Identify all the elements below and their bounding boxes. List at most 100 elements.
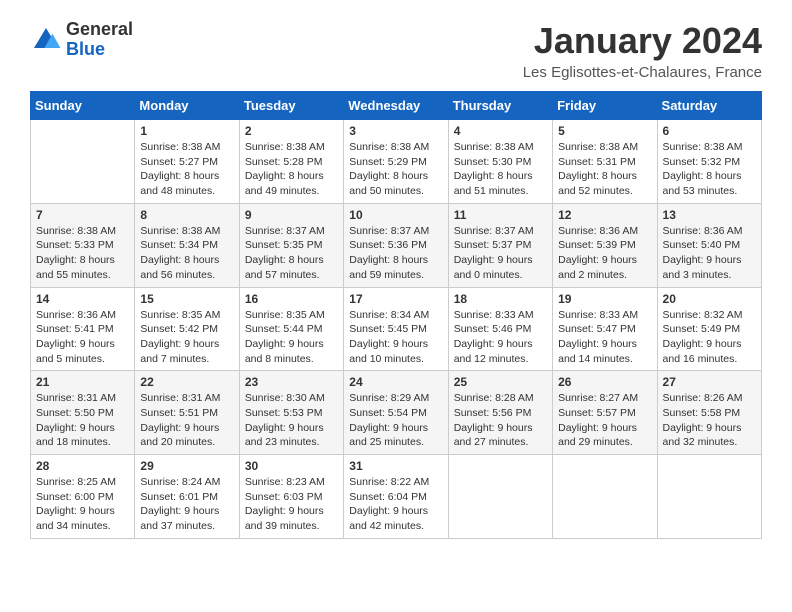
day-info: Sunrise: 8:38 AMSunset: 5:31 PMDaylight:… [558, 140, 651, 199]
calendar-cell: 12 Sunrise: 8:36 AMSunset: 5:39 PMDayligh… [553, 203, 657, 287]
day-info: Sunrise: 8:27 AMSunset: 5:57 PMDaylight:… [558, 391, 651, 450]
day-info: Sunrise: 8:33 AMSunset: 5:47 PMDaylight:… [558, 308, 651, 367]
title-section: January 2024 Les Eglisottes-et-Chalaures… [523, 20, 762, 81]
day-info: Sunrise: 8:38 AMSunset: 5:29 PMDaylight:… [349, 140, 442, 199]
day-number: 14 [36, 292, 129, 306]
day-number: 20 [663, 292, 756, 306]
day-number: 7 [36, 208, 129, 222]
calendar-cell: 4 Sunrise: 8:38 AMSunset: 5:30 PMDaylight… [448, 120, 552, 204]
calendar-cell [553, 455, 657, 539]
day-info: Sunrise: 8:35 AMSunset: 5:44 PMDaylight:… [245, 308, 338, 367]
calendar-cell: 31 Sunrise: 8:22 AMSunset: 6:04 PMDayligh… [344, 455, 448, 539]
calendar-cell: 7 Sunrise: 8:38 AMSunset: 5:33 PMDaylight… [31, 203, 135, 287]
calendar-week: 1 Sunrise: 8:38 AMSunset: 5:27 PMDaylight… [31, 120, 762, 204]
day-number: 2 [245, 124, 338, 138]
calendar-cell [448, 455, 552, 539]
calendar-cell: 10Sunrise: 8:37 AMSunset: 5:36 PMDayligh… [344, 203, 448, 287]
logo-blue: Blue [66, 40, 133, 60]
day-info: Sunrise: 8:37 AMSunset: 5:36 PMDaylight:… [349, 224, 442, 283]
page: General Blue January 2024 Les Eglisottes… [0, 0, 792, 559]
header-day: Saturday [657, 92, 761, 120]
calendar-cell: 18Sunrise: 8:33 AMSunset: 5:46 PMDayligh… [448, 287, 552, 371]
calendar-cell: 30Sunrise: 8:23 AMSunset: 6:03 PMDayligh… [239, 455, 343, 539]
calendar-cell: 2 Sunrise: 8:38 AMSunset: 5:28 PMDaylight… [239, 120, 343, 204]
day-info: Sunrise: 8:38 AMSunset: 5:28 PMDaylight:… [245, 140, 338, 199]
day-number: 25 [454, 375, 547, 389]
day-info: Sunrise: 8:38 AMSunset: 5:33 PMDaylight:… [36, 224, 129, 283]
day-number: 11 [454, 208, 547, 222]
day-info: Sunrise: 8:26 AMSunset: 5:58 PMDaylight:… [663, 391, 756, 450]
day-number: 6 [663, 124, 756, 138]
calendar-cell: 13Sunrise: 8:36 AMSunset: 5:40 PMDayligh… [657, 203, 761, 287]
day-number: 30 [245, 459, 338, 473]
day-info: Sunrise: 8:36 AMSunset: 5:39 PMDaylight:… [558, 224, 651, 283]
day-info: Sunrise: 8:38 AMSunset: 5:34 PMDaylight:… [140, 224, 233, 283]
day-number: 31 [349, 459, 442, 473]
calendar-cell: 17Sunrise: 8:34 AMSunset: 5:45 PMDayligh… [344, 287, 448, 371]
logo-general: General [66, 20, 133, 40]
calendar-week: 14 Sunrise: 8:36 AMSunset: 5:41 PMDayligh… [31, 287, 762, 371]
day-number: 19 [558, 292, 651, 306]
day-number: 3 [349, 124, 442, 138]
calendar-cell: 22Sunrise: 8:31 AMSunset: 5:51 PMDayligh… [135, 371, 239, 455]
calendar-cell: 20Sunrise: 8:32 AMSunset: 5:49 PMDayligh… [657, 287, 761, 371]
day-number: 5 [558, 124, 651, 138]
logo: General Blue [30, 20, 133, 60]
day-number: 1 [140, 124, 233, 138]
day-number: 27 [663, 375, 756, 389]
day-number: 12 [558, 208, 651, 222]
header-day: Wednesday [344, 92, 448, 120]
calendar-cell: 19 Sunrise: 8:33 AMSunset: 5:47 PMDayligh… [553, 287, 657, 371]
day-info: Sunrise: 8:37 AMSunset: 5:35 PMDaylight:… [245, 224, 338, 283]
day-number: 15 [140, 292, 233, 306]
day-number: 28 [36, 459, 129, 473]
calendar-cell: 11 Sunrise: 8:37 AMSunset: 5:37 PMDayligh… [448, 203, 552, 287]
day-info: Sunrise: 8:35 AMSunset: 5:42 PMDaylight:… [140, 308, 233, 367]
calendar-cell: 27 Sunrise: 8:26 AMSunset: 5:58 PMDayligh… [657, 371, 761, 455]
calendar-cell: 23 Sunrise: 8:30 AMSunset: 5:53 PMDayligh… [239, 371, 343, 455]
calendar-cell: 14 Sunrise: 8:36 AMSunset: 5:41 PMDayligh… [31, 287, 135, 371]
header: General Blue January 2024 Les Eglisottes… [30, 20, 762, 81]
logo-icon [30, 24, 62, 56]
header-day: Monday [135, 92, 239, 120]
day-number: 4 [454, 124, 547, 138]
header-day: Sunday [31, 92, 135, 120]
calendar-cell: 21Sunrise: 8:31 AMSunset: 5:50 PMDayligh… [31, 371, 135, 455]
day-info: Sunrise: 8:38 AMSunset: 5:30 PMDaylight:… [454, 140, 547, 199]
day-info: Sunrise: 8:36 AMSunset: 5:41 PMDaylight:… [36, 308, 129, 367]
calendar-week: 28Sunrise: 8:25 AMSunset: 6:00 PMDayligh… [31, 455, 762, 539]
calendar-title: January 2024 [523, 20, 762, 62]
day-info: Sunrise: 8:38 AMSunset: 5:27 PMDaylight:… [140, 140, 233, 199]
calendar-cell: 25Sunrise: 8:28 AMSunset: 5:56 PMDayligh… [448, 371, 552, 455]
day-number: 13 [663, 208, 756, 222]
day-info: Sunrise: 8:24 AMSunset: 6:01 PMDaylight:… [140, 475, 233, 534]
calendar-cell: 26Sunrise: 8:27 AMSunset: 5:57 PMDayligh… [553, 371, 657, 455]
calendar-week: 7 Sunrise: 8:38 AMSunset: 5:33 PMDaylight… [31, 203, 762, 287]
day-number: 8 [140, 208, 233, 222]
day-number: 24 [349, 375, 442, 389]
calendar-cell: 1 Sunrise: 8:38 AMSunset: 5:27 PMDaylight… [135, 120, 239, 204]
day-number: 23 [245, 375, 338, 389]
calendar-cell: 28Sunrise: 8:25 AMSunset: 6:00 PMDayligh… [31, 455, 135, 539]
calendar-cell [657, 455, 761, 539]
day-info: Sunrise: 8:22 AMSunset: 6:04 PMDaylight:… [349, 475, 442, 534]
calendar-cell: 5 Sunrise: 8:38 AMSunset: 5:31 PMDaylight… [553, 120, 657, 204]
day-info: Sunrise: 8:33 AMSunset: 5:46 PMDaylight:… [454, 308, 547, 367]
day-info: Sunrise: 8:37 AMSunset: 5:37 PMDaylight:… [454, 224, 547, 283]
day-info: Sunrise: 8:38 AMSunset: 5:32 PMDaylight:… [663, 140, 756, 199]
header-day: Friday [553, 92, 657, 120]
day-info: Sunrise: 8:34 AMSunset: 5:45 PMDaylight:… [349, 308, 442, 367]
calendar-cell: 6 Sunrise: 8:38 AMSunset: 5:32 PMDaylight… [657, 120, 761, 204]
calendar-cell: 24 Sunrise: 8:29 AMSunset: 5:54 PMDayligh… [344, 371, 448, 455]
day-number: 16 [245, 292, 338, 306]
day-info: Sunrise: 8:30 AMSunset: 5:53 PMDaylight:… [245, 391, 338, 450]
calendar-subtitle: Les Eglisottes-et-Chalaures, France [523, 64, 762, 81]
day-info: Sunrise: 8:29 AMSunset: 5:54 PMDaylight:… [349, 391, 442, 450]
day-info: Sunrise: 8:31 AMSunset: 5:51 PMDaylight:… [140, 391, 233, 450]
calendar-cell: 16 Sunrise: 8:35 AMSunset: 5:44 PMDayligh… [239, 287, 343, 371]
day-number: 9 [245, 208, 338, 222]
day-info: Sunrise: 8:31 AMSunset: 5:50 PMDaylight:… [36, 391, 129, 450]
day-number: 29 [140, 459, 233, 473]
calendar-cell: 15 Sunrise: 8:35 AMSunset: 5:42 PMDayligh… [135, 287, 239, 371]
calendar-week: 21Sunrise: 8:31 AMSunset: 5:50 PMDayligh… [31, 371, 762, 455]
